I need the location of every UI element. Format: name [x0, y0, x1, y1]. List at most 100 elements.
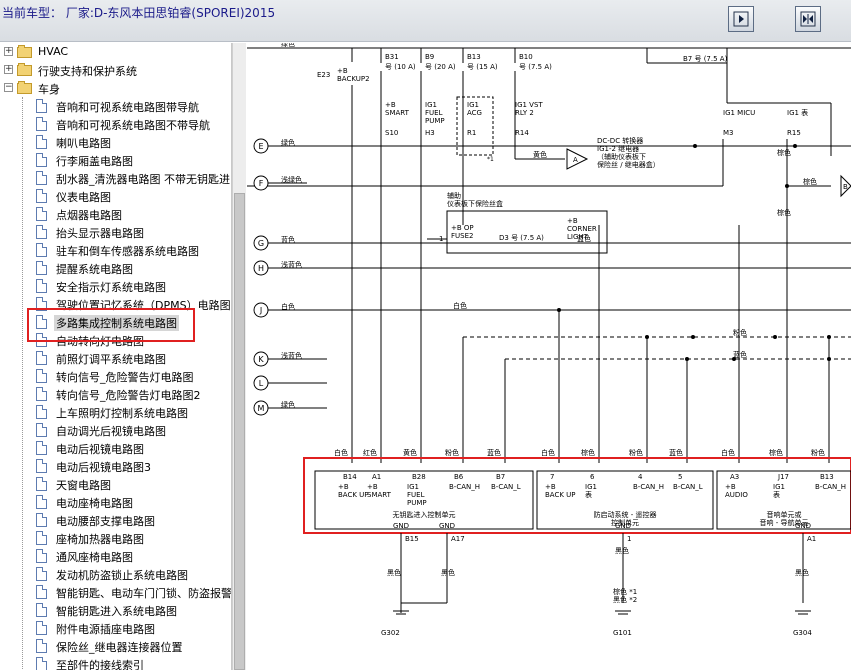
module-pin-label: PUMP: [407, 499, 427, 507]
tree-item-label: 喇叭电路图: [56, 137, 111, 150]
tree-item-label: 点烟器电路图: [56, 209, 122, 222]
collapse-panel-button[interactable]: [795, 6, 821, 32]
row-letter-label: M: [258, 404, 265, 413]
wire-color-label: 白色: [541, 448, 555, 457]
tree-item[interactable]: 发动机防盗锁止系统电路图: [0, 565, 230, 583]
tree-item[interactable]: 上车照明灯控制系统电路图: [0, 403, 230, 421]
module-pin-label: +B: [725, 483, 736, 491]
tree-item[interactable]: 通风座椅电路图: [0, 547, 230, 565]
module-gnd-pin: B15: [405, 535, 419, 543]
fuse-id-label: B31: [385, 53, 399, 61]
tree-item[interactable]: 转向信号_危险警告灯电路图: [0, 367, 230, 385]
wire-color-label: 浅蓝色: [281, 351, 302, 360]
tree-item[interactable]: 喇叭电路图: [0, 133, 230, 151]
folder-icon: [17, 45, 32, 58]
tree-item-label: 发动机防盗锁止系统电路图: [56, 569, 188, 582]
tree-item[interactable]: 音响和可视系统电路图不带导航: [0, 115, 230, 133]
tree-item[interactable]: 智能钥匙、电动车门门锁、防盗报警: [0, 583, 231, 601]
document-icon: [36, 567, 47, 581]
wire-color-label: 红色: [363, 448, 377, 457]
title-bar: 当前车型： 厂家:D-东风本田思铂睿(SPOREI)2015: [0, 0, 851, 42]
document-icon: [36, 225, 47, 239]
document-icon: [36, 351, 47, 365]
wire-color-label: 白色: [334, 448, 348, 457]
tree-folder-0[interactable]: + HVAC: [0, 43, 230, 61]
dcdc-converter-label: （辅助仪表板下: [597, 152, 646, 161]
wiring-diagram-panel[interactable]: 绿色 E23 +B BACKUP2 B31 号 (10 A) B9 号 (20 A) B13 号 …: [247, 43, 851, 670]
document-icon: [36, 423, 47, 437]
tree-item[interactable]: 抬头显示器电路图: [0, 223, 230, 241]
tree-item[interactable]: 转向信号_危险警告灯电路图2: [0, 385, 230, 403]
scrollbar-thumb[interactable]: [234, 193, 245, 670]
wire-color-label: 白色: [453, 301, 467, 310]
tree-item[interactable]: 刮水器_清洗器电路图 不带无钥匙进: [0, 169, 230, 187]
navigation-tree[interactable]: + HVAC + 行驶支持和保护系统 − 车身 音响和可视系统电路图带导航 音响和可视系统电路…: [0, 43, 232, 670]
module-gnd-pin: 1: [627, 535, 631, 543]
tree-item[interactable]: 前照灯调平系统电路图: [0, 349, 230, 367]
tree-item[interactable]: 电动后视镜电路图: [0, 439, 230, 457]
tree-item-label: 转向信号_危险警告灯电路图: [56, 371, 194, 384]
tree-item[interactable]: 仪表电路图: [0, 187, 230, 205]
document-icon: [36, 513, 47, 527]
tree-item[interactable]: 天窗电路图: [0, 475, 230, 493]
tree-item[interactable]: 电动腰部支撑电路图: [0, 511, 230, 529]
tree-item-label: 驻车和倒车传感器系统电路图: [56, 245, 199, 258]
tree-item[interactable]: 提醒系统电路图: [0, 259, 230, 277]
module-pin-number: B7: [496, 473, 505, 481]
tree-item[interactable]: 电动座椅电路图: [0, 493, 230, 511]
dcdc-converter-label: IG1-2 继电器: [597, 144, 639, 153]
wire-color-label: 绿色: [281, 400, 295, 409]
relay-label: FUEL: [425, 109, 443, 117]
relay-label: RLY 2: [515, 109, 534, 117]
relay-label: IG1 VST: [515, 101, 543, 109]
tree-item[interactable]: 座椅加热器电路图: [0, 529, 230, 547]
wire-color-label: 棕色: [777, 148, 791, 157]
module-gnd-pin: A1: [807, 535, 816, 543]
tree-item[interactable]: 行李厢盖电路图: [0, 151, 230, 169]
wire-color-label: 棕色: [581, 448, 595, 457]
wire-color-label: 蓝色: [669, 448, 683, 457]
tree-item[interactable]: 保险丝_继电器连接器位置: [0, 637, 230, 655]
relay-label: ACG: [467, 109, 482, 117]
expand-icon[interactable]: +: [4, 47, 13, 56]
ground-label-g101: G101: [613, 629, 632, 637]
tree-item[interactable]: 电动后视镜电路图3: [0, 457, 230, 475]
wire-color-label: 棕色: [803, 177, 817, 186]
tree-folder-1[interactable]: + 行驶支持和保护系统: [0, 61, 230, 79]
tree-item[interactable]: 附件电源插座电路图: [0, 619, 230, 637]
tree-item-label: 提醒系统电路图: [56, 263, 133, 276]
expand-icon[interactable]: +: [4, 65, 13, 74]
relay-pin-label: S10: [385, 129, 398, 137]
tree-item[interactable]: 驻车和倒车传感器系统电路图: [0, 241, 230, 259]
document-icon: [36, 495, 47, 509]
aux-fuse-right-label: +B: [567, 217, 578, 225]
expand-panel-button[interactable]: [728, 6, 754, 32]
tree-item-label: 保险丝_继电器连接器位置: [56, 641, 183, 654]
tree-scrollbar[interactable]: [232, 43, 246, 670]
tree-item[interactable]: 音响和可视系统电路图带导航: [0, 97, 230, 115]
tree-item[interactable]: 点烟器电路图: [0, 205, 230, 223]
module-pin-number: B13: [820, 473, 834, 481]
tree-item[interactable]: 安全指示灯系统电路图: [0, 277, 230, 295]
document-icon: [36, 477, 47, 491]
document-icon: [36, 99, 47, 113]
module-pin-label: 表: [585, 490, 592, 499]
aux-fuse-left-label: FUSE2: [451, 232, 473, 240]
module-pin-label: +B: [545, 483, 556, 491]
tree-item-label: 转向信号_危险警告灯电路图2: [56, 389, 201, 402]
module-pin-number: 7: [550, 473, 554, 481]
tree-item[interactable]: 自动调光后视镜电路图: [0, 421, 230, 439]
tree-item[interactable]: 智能钥匙进入系统电路图: [0, 601, 230, 619]
aux-fuse-left-label: +B OP: [451, 224, 474, 232]
wire-color-label: 蓝色: [281, 235, 295, 244]
module-pin-number: 6: [590, 473, 595, 481]
connector-b-label: B: [843, 183, 848, 191]
tree-item[interactable]: 至部件的接线索引: [0, 655, 230, 670]
tree-folder-2[interactable]: − 车身: [0, 79, 230, 97]
collapse-icon[interactable]: −: [4, 83, 13, 92]
aux-fuse-box-title: 仪表板下保险丝盒: [447, 199, 503, 208]
tree-item-label: 至部件的接线索引: [56, 659, 144, 670]
wire-color-label: 黄色: [533, 150, 547, 159]
folder-icon: [17, 63, 32, 76]
relay-pin-label: H3: [425, 129, 435, 137]
